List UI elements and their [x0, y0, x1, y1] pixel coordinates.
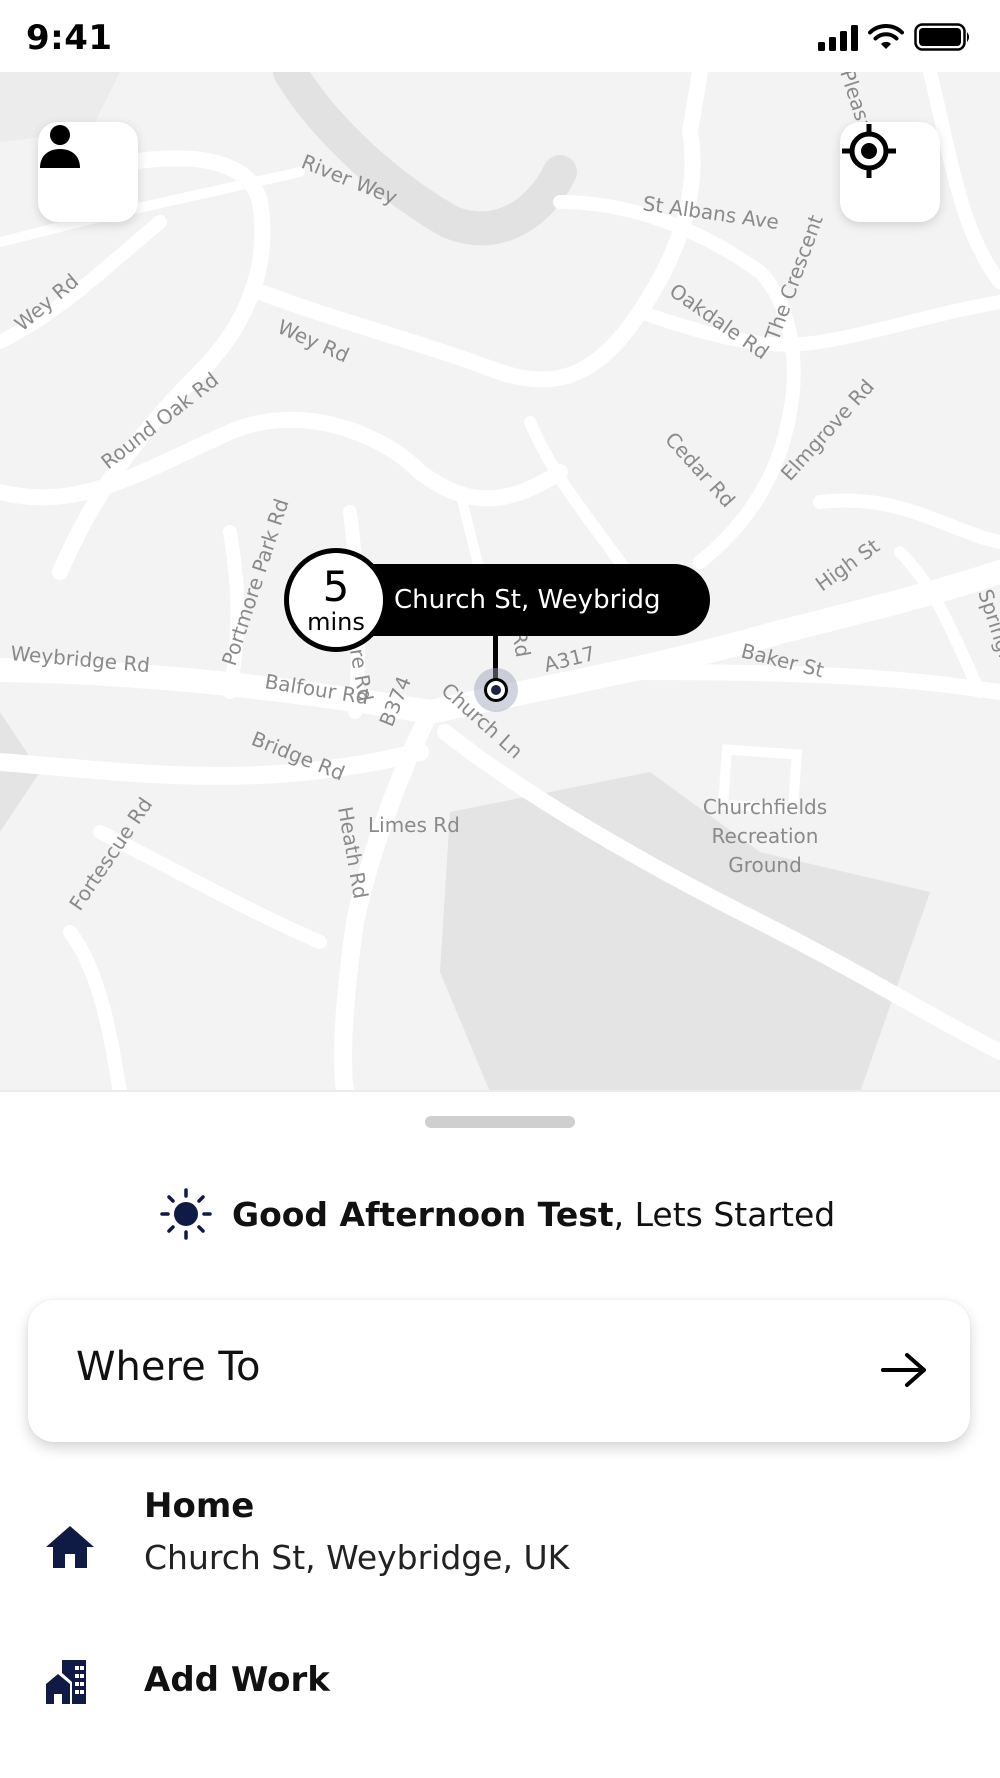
person-icon	[40, 125, 80, 168]
saved-place-title: Home	[144, 1486, 255, 1526]
park-label: Recreation	[712, 824, 819, 848]
pickup-address: Church St, Weybridg	[394, 585, 661, 615]
status-icons	[818, 20, 972, 54]
wifi-icon	[868, 24, 904, 49]
where-to-label: Where To	[76, 1344, 261, 1390]
building-icon	[46, 1660, 86, 1704]
greeting: Good Afternoon Test, Lets Started	[160, 1188, 835, 1240]
greeting-suffix: , Lets Started	[613, 1194, 836, 1234]
greeting-text: Good Afternoon Test, Lets Started	[232, 1195, 835, 1234]
pickup-pin-dot[interactable]	[484, 678, 508, 702]
arrow-right-icon	[881, 1353, 926, 1387]
crosshair-icon	[842, 124, 896, 178]
where-to-search[interactable]: Where To	[28, 1300, 970, 1442]
street-label: Limes Rd	[368, 813, 460, 837]
greeting-name: Good Afternoon Test	[232, 1194, 614, 1234]
status-bar: 9:41	[0, 0, 1000, 72]
profile-button[interactable]	[38, 122, 138, 222]
saved-place-title: Add Work	[144, 1660, 330, 1700]
street-label: Portmore Park Rd	[217, 496, 294, 669]
map-view[interactable]: River Wey St Albans Ave Wey Rd Wey Rd Oa…	[0, 72, 1000, 1092]
locate-me-button[interactable]	[840, 122, 940, 222]
saved-place-home[interactable]: Home Church St, Weybridge, UK	[0, 1482, 1000, 1592]
eta-unit: mins	[307, 608, 365, 636]
pickup-address-pill[interactable]: Church St, Weybridg	[334, 564, 710, 636]
signal-icon	[818, 23, 858, 51]
status-time: 9:41	[26, 18, 113, 58]
home-icon	[46, 1526, 94, 1568]
park-label: Ground	[728, 853, 802, 877]
saved-place-address: Church St, Weybridge, UK	[144, 1538, 570, 1577]
sheet-drag-handle[interactable]	[425, 1116, 575, 1128]
street-label: Cedar Rd	[660, 427, 740, 512]
saved-place-add-work[interactable]: Add Work	[0, 1648, 1000, 1748]
bottom-sheet: Good Afternoon Test, Lets Started Where …	[0, 1090, 1000, 1778]
street-label: High St	[811, 534, 884, 596]
eta-value: 5	[322, 562, 350, 611]
sun-icon	[160, 1188, 212, 1240]
park-label: Churchfields	[703, 795, 827, 819]
pickup-eta-badge: 5 mins	[284, 548, 388, 652]
battery-icon	[914, 23, 969, 51]
